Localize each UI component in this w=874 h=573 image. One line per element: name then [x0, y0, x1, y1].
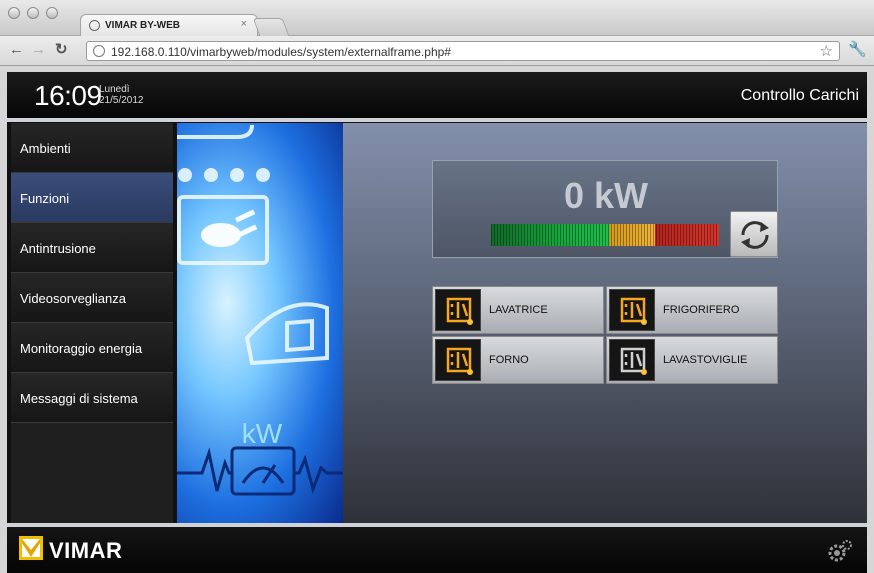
url-text: 192.168.0.110/vimarbyweb/modules/system/… — [111, 45, 451, 59]
load-button-forno[interactable]: FORNO — [432, 336, 604, 384]
load-control-panel: 0 kW LAVATRICE FRIGORIFERO FORNO LAVASTO… — [343, 123, 867, 523]
sidebar-item-messaggi-di-sistema[interactable]: Messaggi di sistema — [11, 373, 173, 423]
browser-toolbar: ← → ↻ 192.168.0.110/vimarbyweb/modules/s… — [0, 36, 874, 66]
browser-window: VIMAR BY-WEB × ← → ↻ 192.168.0.110/vimar… — [0, 0, 874, 573]
sidebar-item-monitoraggio-energia[interactable]: Monitoraggio energia — [11, 323, 173, 373]
sidebar-item-ambienti[interactable]: Ambienti — [11, 123, 173, 173]
energy-illustration: kW — [177, 123, 343, 523]
header-divider — [7, 118, 867, 122]
date-block: Lunedì 21/5/2012 — [99, 84, 144, 106]
star-icon[interactable]: ☆ — [820, 42, 833, 60]
app-footer: VIMAR — [7, 527, 867, 573]
refresh-icon — [741, 221, 769, 249]
settings-gear-icon[interactable] — [827, 539, 853, 563]
appliance-illustration-icon: kW — [177, 124, 343, 496]
load-label: FRIGORIFERO — [663, 304, 740, 316]
forward-icon[interactable]: → — [31, 42, 46, 58]
load-icon — [609, 339, 655, 381]
zoom-window-button[interactable] — [46, 7, 58, 19]
load-button-lavatrice[interactable]: LAVATRICE — [432, 286, 604, 334]
load-icon — [435, 289, 481, 331]
address-bar[interactable]: 192.168.0.110/vimarbyweb/modules/system/… — [86, 41, 840, 61]
minimize-window-button[interactable] — [27, 7, 39, 19]
sidebar-item-antintrusione[interactable]: Antintrusione — [11, 223, 173, 273]
page-icon — [93, 45, 105, 57]
browser-titlebar: VIMAR BY-WEB × — [0, 0, 874, 37]
page-title: Controllo Carichi — [740, 87, 859, 104]
tab-title: VIMAR BY-WEB — [105, 20, 180, 31]
load-label: LAVATRICE — [489, 304, 548, 316]
brand-name: VIMAR — [49, 538, 123, 563]
power-value: 0 kW — [563, 175, 649, 216]
refresh-button[interactable] — [730, 211, 778, 257]
power-meter: 0 kW — [432, 160, 778, 258]
browser-tab[interactable]: VIMAR BY-WEB × — [80, 14, 258, 37]
load-label: FORNO — [489, 354, 529, 366]
date-value: 21/5/2012 — [99, 95, 144, 106]
close-window-button[interactable] — [8, 7, 20, 19]
illustration-kw-text: kW — [242, 418, 283, 449]
reload-icon[interactable]: ↻ — [55, 42, 68, 58]
load-label: LAVASTOVIGLIE — [663, 354, 748, 366]
clock-time: 16:09 — [34, 80, 102, 111]
new-tab-button[interactable] — [252, 18, 290, 36]
back-icon[interactable]: ← — [9, 42, 24, 58]
globe-icon — [89, 20, 100, 31]
sidebar-item-funzioni[interactable]: Funzioni — [11, 173, 173, 223]
vimar-logo-icon — [19, 536, 43, 560]
sidebar-item-videosorveglianza[interactable]: Videosorveglianza — [11, 273, 173, 323]
power-level-bar — [491, 224, 719, 246]
day-name: Lunedì — [99, 84, 130, 95]
load-button-lavastoviglie[interactable]: LAVASTOVIGLIE — [606, 336, 778, 384]
load-icon — [609, 289, 655, 331]
app-header: 16:09 Lunedì 21/5/2012 Controllo Carichi — [7, 72, 867, 118]
wrench-icon[interactable]: 🔧 — [848, 40, 867, 58]
load-button-frigorifero[interactable]: FRIGORIFERO — [606, 286, 778, 334]
sidebar: Ambienti Funzioni Antintrusione Videosor… — [11, 123, 173, 523]
load-icon — [435, 339, 481, 381]
app-frame: 16:09 Lunedì 21/5/2012 Controllo Carichi… — [7, 72, 867, 573]
tab-close-icon[interactable]: × — [241, 18, 247, 30]
